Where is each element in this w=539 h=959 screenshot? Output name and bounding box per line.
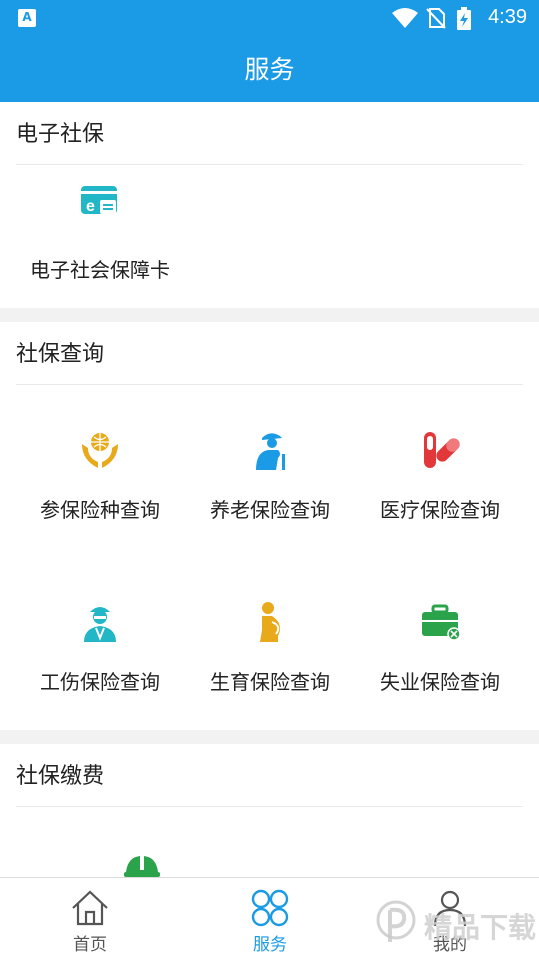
nav-home[interactable]: 首页 [0, 878, 180, 959]
status-bar: A 4:39 [0, 0, 539, 38]
query-insurance-types[interactable]: 参保险种查询 [10, 428, 190, 538]
battery-charging-icon [457, 7, 471, 30]
pregnant-icon [260, 602, 280, 642]
worker-icon [84, 607, 116, 642]
watermark: 精品下载 [376, 896, 536, 952]
home-icon [72, 890, 108, 926]
ecard-icon: e [81, 186, 117, 215]
section-title: 社保缴费 [16, 764, 105, 789]
divider [16, 164, 523, 165]
clover-icon [251, 889, 289, 927]
ecard-item[interactable]: e 电子社会保障卡 [10, 180, 190, 290]
nav-home-label: 首页 [73, 935, 107, 955]
query-maternity[interactable]: 生育保险查询 [180, 600, 360, 710]
pill-icon [424, 432, 460, 468]
query-unemployment[interactable]: 失业保险查询 [350, 600, 530, 710]
watermark-logo-icon [376, 900, 416, 942]
page-title: 服务 [0, 38, 539, 102]
nav-service[interactable]: 服务 [180, 878, 360, 959]
query-pension-label: 养老保险查询 [210, 498, 330, 522]
query-maternity-label: 生育保险查询 [210, 670, 330, 694]
query-unemployment-label: 失业保险查询 [380, 670, 500, 694]
svg-text:e: e [86, 198, 95, 215]
section-title: 电子社保 [16, 122, 105, 147]
section-title: 社保查询 [16, 342, 105, 367]
payment-item[interactable] [52, 850, 232, 878]
nav-service-label: 服务 [253, 935, 287, 955]
section-payment: 社保缴费 [0, 744, 539, 878]
briefcase-x-icon [422, 604, 461, 641]
ecard-label: 电子社会保障卡 [30, 258, 170, 282]
query-medical[interactable]: 医疗保险查询 [350, 428, 530, 538]
clock: 4:39 [488, 6, 527, 28]
wifi-icon [392, 8, 418, 28]
elderly-icon [256, 433, 285, 470]
section-electronic: 电子社保 e 电子社会保障卡 [0, 102, 539, 308]
no-sim-icon [426, 8, 446, 29]
watermark-text: 精品下载 [424, 911, 537, 944]
query-pension[interactable]: 养老保险查询 [180, 428, 360, 538]
helmet-icon [124, 856, 160, 877]
globe-hands-icon [82, 433, 118, 468]
query-insurance-types-label: 参保险种查询 [40, 498, 160, 522]
divider [16, 384, 523, 385]
app-notification-icon: A [18, 9, 36, 27]
query-injury-label: 工伤保险查询 [40, 670, 160, 694]
query-medical-label: 医疗保险查询 [380, 498, 500, 522]
query-injury[interactable]: 工伤保险查询 [10, 600, 190, 710]
section-query: 社保查询 参保险种查询 养老保险查询 医疗保险查询 工伤保险查询 生育保险查询 … [0, 322, 539, 730]
divider [16, 806, 523, 807]
